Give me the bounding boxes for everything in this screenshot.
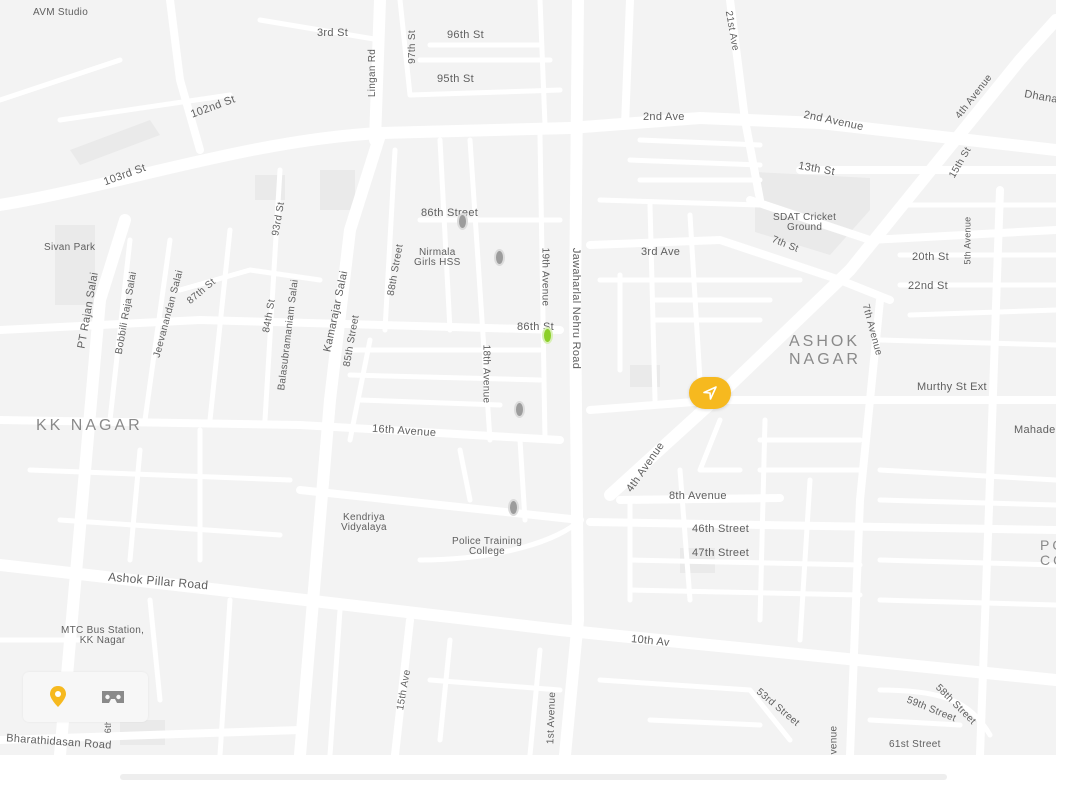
map-pin[interactable] [494,249,505,266]
vr-headset-icon [102,691,124,703]
poi-label-nirmala-girls-hss: Nirmala Girls HSS [414,247,461,268]
street-label-mahade: Mahade [1014,424,1056,436]
map-pin-icon [50,686,66,707]
road [427,677,563,693]
vr-view-button[interactable] [98,682,128,712]
street-label-8th-avenue: 8th Avenue [669,490,727,502]
poi-label-mtc-bus-station: MTC Bus Station, KK Nagar [61,625,145,646]
street-label-jawaharlal-nehru-road: Jawaharlal Nehru Road [570,247,583,370]
map-pin[interactable] [457,213,468,230]
road [627,157,763,168]
road [127,447,143,563]
street-label-3rd-st: 3rd St [317,27,349,39]
road [437,137,453,333]
road [757,417,768,623]
road [537,0,548,128]
road [627,587,863,598]
road [457,447,473,503]
road [877,467,1056,483]
map-controls-panel [23,672,148,722]
road [697,417,743,473]
road [27,467,293,483]
street-label-46th-street: 46th Street [692,523,750,535]
street-label-20th-st: 20th St [912,251,949,263]
road [907,307,1056,318]
road [166,0,204,154]
road [559,0,584,755]
street-label-47th-street: 47th Street [692,547,750,559]
area-label-kk-nagar: KK NAGAR [36,417,143,434]
road [586,396,1056,414]
road [347,372,543,383]
street-label-97th-st: 97th St [406,30,418,64]
poi-label-police-training-college: Police Training College [452,536,523,557]
road [147,597,163,703]
street-label-86th-street: 86th Street [421,207,479,219]
road [627,557,863,568]
street-label-lingan-rd: Lingan Rd [367,48,379,98]
road [382,147,398,333]
current-location-marker[interactable] [689,377,731,409]
street-label-1st-avenue: 1st Avenue [545,691,559,745]
location-button[interactable] [43,682,73,712]
street-label-96th-st: 96th St [447,29,484,41]
road [437,637,453,743]
street-label-61st-street: 61st Street [889,739,941,750]
road [797,477,813,643]
road [294,129,386,755]
street-label-5th-avenue: 5th Avenue [962,216,973,265]
street-label-2nd-ave: 2nd Ave [643,111,685,123]
poi-label-sivan-park: Sivan Park [44,242,96,253]
street-label-murthy-st-ext: Murthy St Ext [917,381,987,393]
poi-label-avm-studio: AVM Studio [33,7,89,18]
road [621,0,634,129]
poi-label-sdat-cricket-ground: SDAT Cricket Ground [773,212,837,233]
block [70,120,160,165]
road [877,497,1056,508]
street-label-19th-avenue: 19th Avenue [539,247,551,307]
poi-label-kendriya-vidyalaya: Kendriya Vidyalaya [341,512,387,533]
map-pin[interactable] [514,401,525,418]
area-label-ashok-nagar: ASHOK NAGAR [789,333,861,368]
block [320,170,355,210]
navigation-arrow-icon [703,386,717,400]
map-pin[interactable] [508,499,519,516]
road [877,597,1056,608]
road [877,337,1056,348]
street-label-22nd-st: 22nd St [908,280,949,292]
map-roads [0,0,1056,755]
road [637,137,763,148]
road [207,227,233,423]
area-label-po-co: PO CO [1040,537,1056,569]
road [357,397,503,408]
road [57,517,283,538]
map-pin-active[interactable] [542,327,553,344]
road [0,57,123,103]
street-label-3rd-ave: 3rd Ave [641,246,681,258]
street-label-18th-avenue: 18th Avenue [480,344,492,404]
street-label-95th-st: 95th St [437,73,474,85]
road [597,197,763,208]
road [527,647,543,755]
road [877,557,1056,568]
map-canvas[interactable]: KK NAGAR ASHOK NAGAR PO CO 3rd St 96th S… [0,0,1056,755]
street-label-avenue-bottom: venue [828,725,840,755]
road [647,717,763,728]
road [327,607,343,755]
road [517,437,528,523]
horizontal-scrollbar[interactable] [120,774,947,780]
